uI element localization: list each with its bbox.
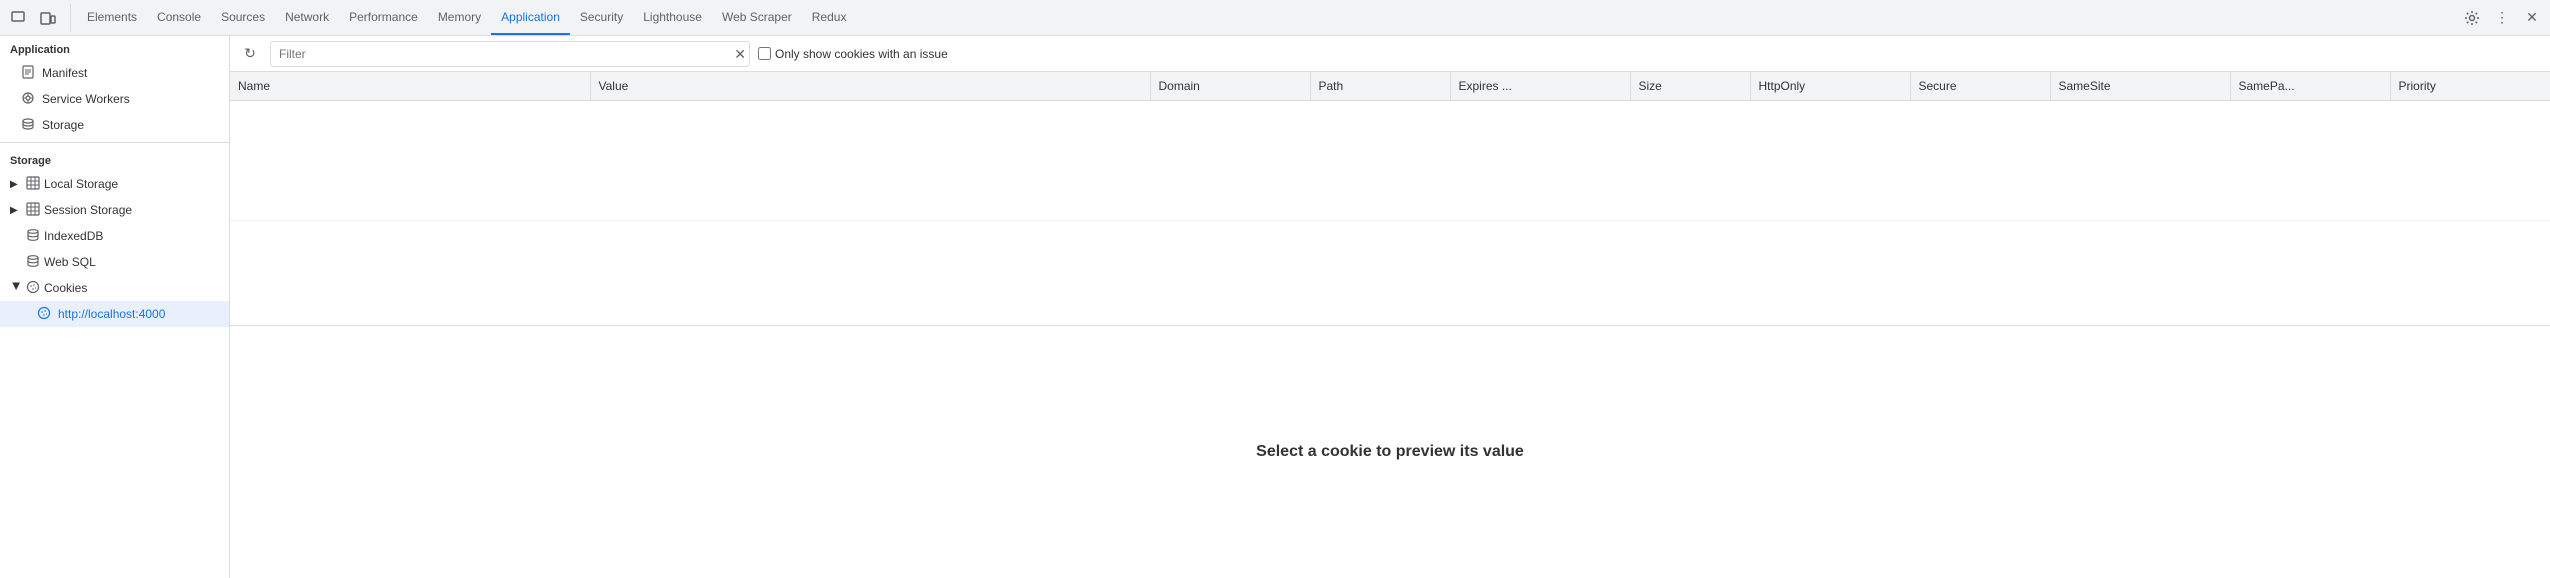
- devtools-container: Elements Console Sources Network Perform…: [0, 0, 2550, 578]
- top-bar: Elements Console Sources Network Perform…: [0, 0, 2550, 36]
- local-storage-label: Local Storage: [44, 177, 118, 191]
- only-show-issues-label[interactable]: Only show cookies with an issue: [758, 47, 948, 61]
- col-domain[interactable]: Domain: [1150, 72, 1310, 100]
- close-devtools-icon[interactable]: ✕: [2518, 4, 2546, 32]
- session-storage-label: Session Storage: [44, 203, 132, 217]
- storage-section-header: Storage: [0, 147, 229, 171]
- col-httponly[interactable]: HttpOnly: [1750, 72, 1910, 100]
- filter-bar: ↻ ✕ Only show cookies with an issue: [230, 36, 2550, 72]
- tab-list: Elements Console Sources Network Perform…: [77, 0, 856, 35]
- storage-label: Storage: [42, 118, 84, 132]
- session-storage-icon: [26, 202, 40, 219]
- service-workers-icon: [20, 91, 36, 108]
- col-expires[interactable]: Expires ...: [1450, 72, 1630, 100]
- web-sql-icon: [26, 254, 40, 271]
- tab-console[interactable]: Console: [147, 0, 211, 35]
- sidebar-item-manifest[interactable]: Manifest: [0, 60, 229, 86]
- application-section-header: Application: [0, 36, 229, 60]
- localhost-cookie-icon: [36, 306, 52, 323]
- empty-row: [230, 100, 2550, 220]
- local-storage-icon: [26, 176, 40, 193]
- tab-webscraper[interactable]: Web Scraper: [712, 0, 802, 35]
- col-samesite[interactable]: SameSite: [2050, 72, 2230, 100]
- manifest-icon: [20, 65, 36, 82]
- localhost-label: http://localhost:4000: [58, 307, 165, 321]
- empty-cell: [230, 100, 2550, 220]
- more-options-icon[interactable]: ⋮: [2488, 4, 2516, 32]
- tab-redux[interactable]: Redux: [802, 0, 857, 35]
- tab-memory[interactable]: Memory: [428, 0, 491, 35]
- tab-application[interactable]: Application: [491, 0, 570, 35]
- table-header: Name Value Domain Path Expires ... Size …: [230, 72, 2550, 100]
- sidebar-item-localhost[interactable]: http://localhost:4000: [0, 301, 229, 327]
- sidebar-item-storage[interactable]: Storage: [0, 112, 229, 138]
- cookies-arrow-icon: ▶: [11, 282, 22, 294]
- sidebar-item-service-workers[interactable]: Service Workers: [0, 86, 229, 112]
- sidebar-item-cookies[interactable]: ▶ Cookies: [0, 275, 229, 301]
- col-value[interactable]: Value: [590, 72, 1150, 100]
- local-storage-arrow-icon: ▶: [10, 179, 22, 190]
- top-bar-right: ⋮ ✕: [2458, 4, 2546, 32]
- tab-lighthouse[interactable]: Lighthouse: [633, 0, 712, 35]
- col-secure[interactable]: Secure: [1910, 72, 2050, 100]
- preview-area: Select a cookie to preview its value: [230, 325, 2550, 578]
- col-samepa[interactable]: SamePa...: [2230, 72, 2390, 100]
- tab-sources[interactable]: Sources: [211, 0, 275, 35]
- storage-icon: [20, 117, 36, 134]
- tab-performance[interactable]: Performance: [339, 0, 428, 35]
- only-show-issues-checkbox[interactable]: [758, 47, 771, 60]
- main-layout: Application Manifest: [0, 36, 2550, 578]
- table-body: [230, 100, 2550, 220]
- settings-icon[interactable]: [2458, 4, 2486, 32]
- indexeddb-icon: [26, 228, 40, 245]
- filter-clear-button[interactable]: ✕: [734, 47, 746, 61]
- indexeddb-label: IndexedDB: [44, 229, 103, 243]
- cursor-icon[interactable]: [4, 4, 32, 32]
- col-size[interactable]: Size: [1630, 72, 1750, 100]
- service-workers-label: Service Workers: [42, 92, 130, 106]
- tab-elements[interactable]: Elements: [77, 0, 147, 35]
- refresh-button[interactable]: ↻: [238, 42, 262, 66]
- col-name[interactable]: Name: [230, 72, 590, 100]
- web-sql-label: Web SQL: [44, 255, 96, 269]
- sidebar-item-indexeddb[interactable]: ▶ IndexedDB: [0, 223, 229, 249]
- manifest-label: Manifest: [42, 66, 87, 80]
- tab-security[interactable]: Security: [570, 0, 633, 35]
- top-bar-icons: [4, 4, 71, 32]
- device-toolbar-icon[interactable]: [34, 4, 62, 32]
- filter-input-wrap: ✕: [270, 41, 750, 67]
- tab-network[interactable]: Network: [275, 0, 339, 35]
- sidebar-item-web-sql[interactable]: ▶ Web SQL: [0, 249, 229, 275]
- sidebar-item-local-storage[interactable]: ▶ Local Storage: [0, 171, 229, 197]
- sidebar: Application Manifest: [0, 36, 230, 578]
- cookies-icon: [26, 280, 40, 297]
- right-panel: ↻ ✕ Only show cookies with an issue Name: [230, 36, 2550, 578]
- cookies-table-container: Name Value Domain Path Expires ... Size …: [230, 72, 2550, 325]
- col-path[interactable]: Path: [1310, 72, 1450, 100]
- cookies-table: Name Value Domain Path Expires ... Size …: [230, 72, 2550, 221]
- filter-input[interactable]: [270, 41, 750, 67]
- only-show-issues-text: Only show cookies with an issue: [775, 47, 948, 61]
- session-storage-arrow-icon: ▶: [10, 205, 22, 216]
- col-priority[interactable]: Priority: [2390, 72, 2550, 100]
- cookies-label: Cookies: [44, 281, 87, 295]
- preview-text: Select a cookie to preview its value: [1256, 443, 1524, 461]
- sidebar-item-session-storage[interactable]: ▶ Session Storage: [0, 197, 229, 223]
- sidebar-divider: [0, 142, 229, 143]
